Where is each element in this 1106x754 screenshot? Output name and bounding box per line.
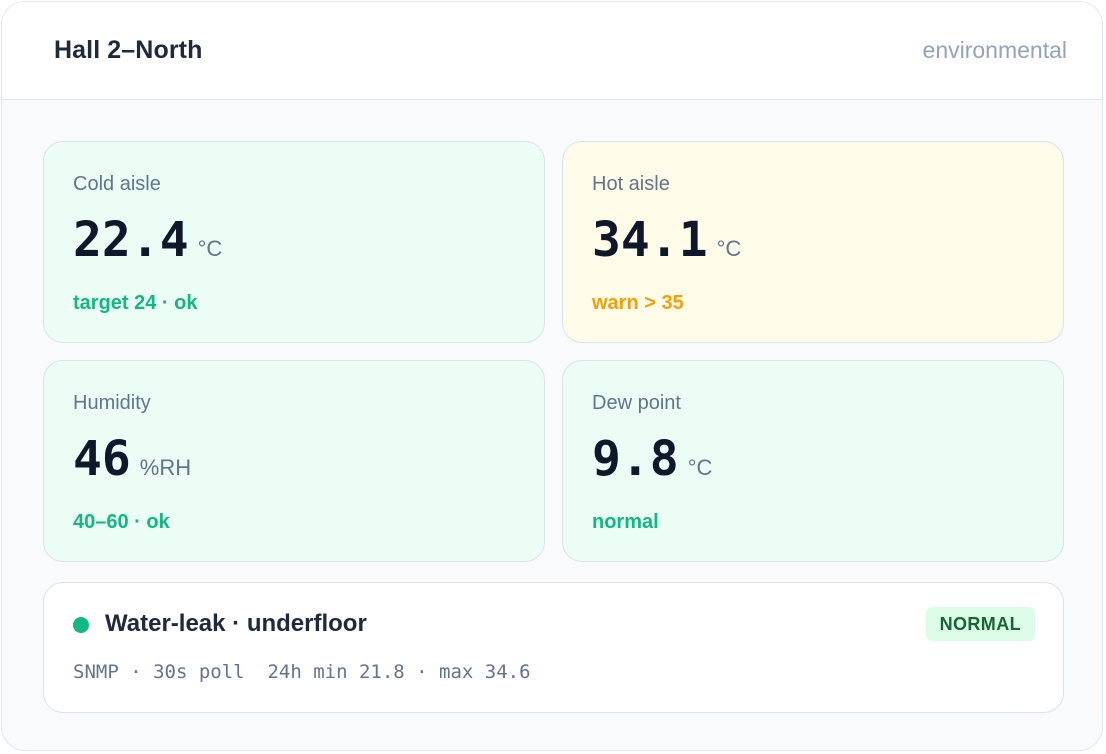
tile-reading: 46 %RH	[73, 431, 191, 487]
tile-status: target 24 · ok	[73, 292, 198, 314]
sensor-meta: SNMP · 30s poll 24h min 21.8 · max 34.6	[73, 661, 531, 683]
tile-unit: °C	[687, 455, 713, 480]
tile-status: warn > 35	[592, 292, 684, 314]
panel-category: environmental	[922, 37, 1067, 63]
tile-value: 34.1	[592, 212, 708, 268]
tile-reading: 22.4 °C	[73, 212, 222, 268]
tile-label: Hot aisle	[592, 173, 670, 195]
tile-reading: 34.1 °C	[592, 212, 741, 268]
water-leak-sensor[interactable]: Water-leak · underfloor NORMAL SNMP · 30…	[43, 582, 1064, 713]
sensor-title: Water-leak · underfloor	[105, 610, 367, 637]
tile-unit: °C	[197, 236, 223, 261]
tile-unit: %RH	[139, 455, 192, 480]
tile-reading: 9.8 °C	[592, 431, 712, 487]
tile-status: 40–60 · ok	[73, 511, 170, 533]
panel-header: Hall 2–North environmental	[2, 2, 1102, 100]
tile-label: Cold aisle	[73, 173, 161, 195]
tile-unit: °C	[716, 236, 742, 261]
humidity-tile[interactable]: Humidity 46 %RH 40–60 · ok	[43, 360, 545, 562]
dew-point-tile[interactable]: Dew point 9.8 °C normal	[562, 360, 1064, 562]
tile-value: 22.4	[73, 212, 189, 268]
environmental-panel: Hall 2–North environmental Cold aisle 22…	[1, 1, 1103, 751]
status-dot-icon	[73, 617, 89, 633]
tile-value: 9.8	[592, 431, 679, 487]
cold-aisle-tile[interactable]: Cold aisle 22.4 °C target 24 · ok	[43, 141, 545, 343]
page-title: Hall 2–North	[54, 36, 203, 64]
hot-aisle-tile[interactable]: Hot aisle 34.1 °C warn > 35	[562, 141, 1064, 343]
tile-value: 46	[73, 431, 131, 487]
status-badge: NORMAL	[925, 607, 1035, 641]
tile-label: Dew point	[592, 392, 681, 414]
tile-status: normal	[592, 511, 659, 533]
tile-label: Humidity	[73, 392, 151, 414]
